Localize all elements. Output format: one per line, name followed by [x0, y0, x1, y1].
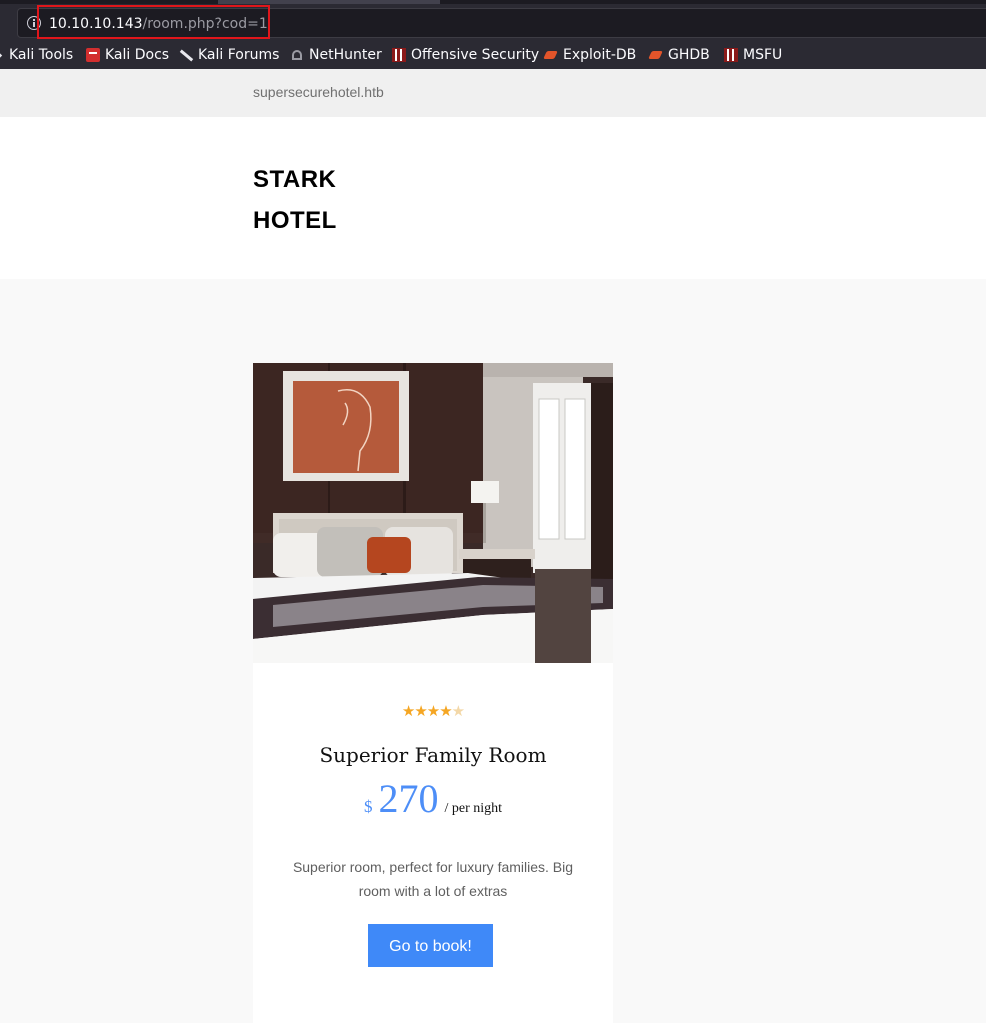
bookmark-label: GHDB	[668, 47, 710, 63]
star-empty-icon: ★	[451, 702, 465, 720]
bookmark-kali-forums[interactable]: Kali Forums	[179, 46, 279, 64]
star-icon: ★	[426, 702, 440, 720]
bookmark-exploit-db[interactable]: Exploit-DB	[544, 46, 636, 64]
room-price: $ 270 / per night	[253, 775, 613, 822]
price-per-night: / per night	[444, 801, 503, 816]
brand-line-2: HOTEL	[253, 207, 337, 234]
star-icon: ★	[401, 702, 415, 720]
bookmark-label: Kali Forums	[198, 47, 280, 63]
bookmark-label: MSFU	[743, 47, 783, 63]
bookmark-label: Kali Tools	[9, 47, 74, 63]
bookmarks-toolbar: Kali Tools Kali Docs Kali Forums NetHunt…	[0, 42, 986, 68]
room-title: Superior Family Room	[319, 743, 547, 767]
site-header: STARK HOTEL	[0, 117, 986, 279]
bookmark-msfu[interactable]: MSFU	[724, 46, 782, 64]
star-icon: ★	[439, 702, 452, 720]
web-page: supersecurehotel.htb STARK HOTEL ★★★★★ S…	[0, 69, 986, 1023]
price-currency: $	[363, 797, 373, 816]
bookmark-ghdb[interactable]: GHDB	[649, 46, 710, 64]
room-description: Superior room, perfect for luxury famili…	[292, 859, 574, 899]
ghdb-icon	[649, 48, 663, 62]
site-topbar: supersecurehotel.htb	[0, 69, 986, 117]
rating-stars: ★★★★★	[253, 703, 613, 719]
site-domain: supersecurehotel.htb	[253, 84, 384, 100]
exploit-db-icon	[544, 48, 558, 62]
kali-docs-icon	[86, 48, 100, 62]
msfu-icon	[724, 48, 738, 62]
active-tab[interactable]	[218, 0, 440, 4]
url-highlight-box	[37, 5, 270, 39]
bookmark-kali-tools[interactable]: Kali Tools	[0, 46, 73, 64]
bookmark-kali-docs[interactable]: Kali Docs	[86, 46, 169, 64]
tab-strip	[0, 0, 986, 4]
book-button[interactable]: Go to book!	[368, 924, 493, 967]
room-photo	[253, 363, 613, 663]
bookmark-label: NetHunter	[309, 47, 382, 63]
room-card: ★★★★★ Superior Family Room $ 270 / per n…	[253, 363, 613, 1023]
bookmark-nethunter[interactable]: NetHunter	[290, 46, 382, 64]
kali-forums-icon	[179, 48, 193, 62]
browser-chrome: 10.10.10.143/room.php?cod=1 Kali Tools K…	[0, 0, 986, 69]
bookmark-offensive-security[interactable]: Offensive Security	[392, 46, 539, 64]
offensive-security-icon	[392, 48, 406, 62]
star-icon: ★	[414, 702, 427, 720]
bookmark-label: Exploit-DB	[563, 47, 637, 63]
nethunter-icon	[290, 48, 304, 62]
brand-line-1: STARK	[253, 166, 337, 193]
price-amount: 270	[378, 776, 439, 821]
bookmark-label: Offensive Security	[411, 47, 540, 63]
site-logo[interactable]: STARK HOTEL	[253, 159, 373, 241]
kali-tools-icon	[0, 48, 4, 62]
bookmark-label: Kali Docs	[105, 47, 170, 63]
